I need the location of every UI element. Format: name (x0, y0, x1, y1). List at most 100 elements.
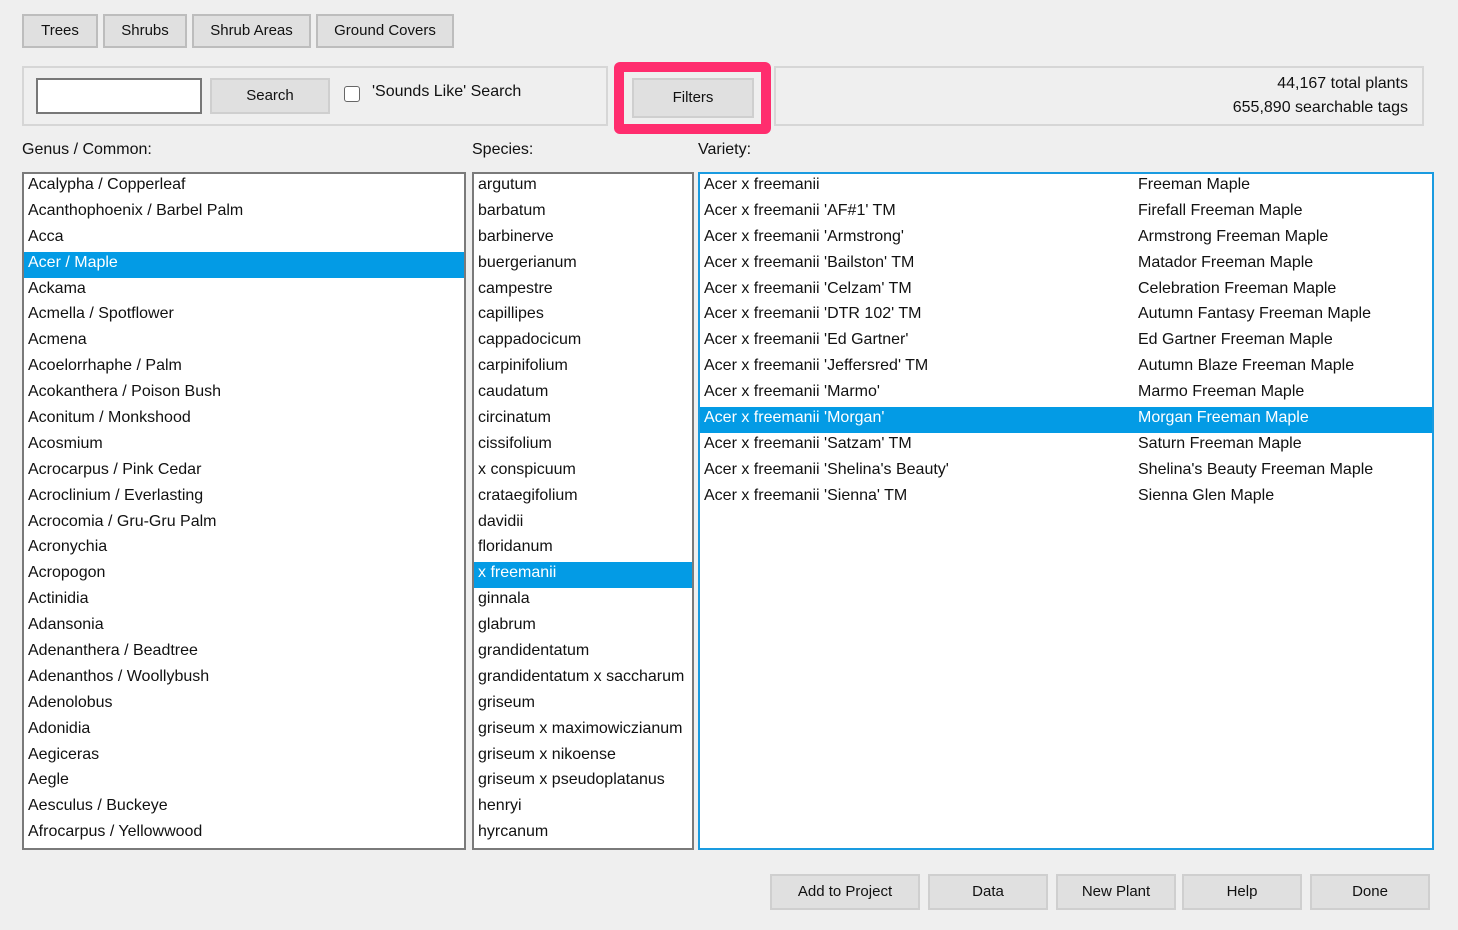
genus-list-item[interactable]: Afrocarpus / Yellowwood (24, 821, 464, 847)
sounds-like-checkbox[interactable] (344, 86, 360, 102)
add-to-project-button[interactable]: Add to Project (770, 874, 920, 910)
genus-list-item[interactable]: Adansonia (24, 614, 464, 640)
species-list-item[interactable]: griseum (474, 692, 692, 718)
variety-list-item[interactable]: Acer x freemanii 'DTR 102' TM Autumn Fant… (700, 303, 1432, 329)
help-button[interactable]: Help (1182, 874, 1302, 910)
data-button[interactable]: Data (928, 874, 1048, 910)
variety-botanical-name: Acer x freemanii 'AF#1' TM (704, 201, 896, 219)
variety-common-name: Matador Freeman Maple (1138, 253, 1314, 271)
genus-list-item[interactable]: Adonidia (24, 718, 464, 744)
total-plants: 44,167 total plants (1277, 75, 1408, 92)
variety-common-name: Shelina's Beauty Freeman Maple (1138, 460, 1374, 478)
genus-list-item[interactable]: Acmella / Spotflower (24, 303, 464, 329)
genus-list[interactable]: Acalypha / Copperleaf Acanthophoenix / Ba… (22, 172, 466, 850)
species-list-item[interactable]: crataegifolium (474, 485, 692, 511)
filters-button[interactable]: Filters (632, 78, 754, 118)
variety-common-name: Armstrong Freeman Maple (1138, 227, 1329, 245)
species-list-item[interactable]: glabrum (474, 614, 692, 640)
species-list-item[interactable]: davidii (474, 511, 692, 537)
variety-list-item[interactable]: Acer x freemanii 'Sienna' TM Sienna Glen … (700, 485, 1432, 511)
genus-list-item[interactable]: Adenolobus (24, 692, 464, 718)
variety-common-name: Freeman Maple (1138, 176, 1251, 193)
variety-list-item[interactable]: Acer x freemanii 'Marmo' Marmo Freeman Ma… (700, 381, 1432, 407)
done-button[interactable]: Done (1310, 874, 1430, 910)
variety-label: Variety: (698, 141, 752, 158)
species-list-item[interactable]: cissifolium (474, 433, 692, 459)
genus-list-item[interactable]: Ackama (24, 278, 464, 304)
species-list[interactable]: argutum barbatum barbinerve buergerianum cam… (472, 172, 694, 850)
genus-label: Genus / Common: (22, 141, 152, 158)
genus-list-item[interactable]: Acer / Maple (24, 251, 464, 278)
variety-botanical-name: Acer x freemanii 'Ed Gartner' (704, 331, 909, 349)
genus-list-item[interactable]: Afzelia / Mahogany (24, 847, 464, 848)
species-list-item[interactable]: floridanum (474, 536, 692, 562)
genus-list-item[interactable]: Aesculus / Buckeye (24, 795, 464, 821)
species-list-item[interactable]: x conspicuum (474, 459, 692, 485)
genus-list-item[interactable]: Acrocarpus / Pink Cedar (24, 459, 464, 485)
tab-ground-covers[interactable]: Ground Covers (316, 14, 454, 48)
genus-list-item[interactable]: Acroclinium / Everlasting (24, 485, 464, 511)
species-list-item[interactable]: argutum (474, 174, 692, 200)
search-button[interactable]: Search (210, 78, 330, 114)
genus-list-item[interactable]: Acokanthera / Poison Bush (24, 381, 464, 407)
tab-shrubs[interactable]: Shrubs (103, 14, 187, 48)
variety-list-item[interactable]: Acer x freemanii 'Ed Gartner' Ed Gartner … (700, 329, 1432, 355)
species-list-item[interactable]: capillipes (474, 303, 692, 329)
variety-botanical-name: Acer x freemanii 'Bailston' TM (704, 253, 915, 271)
variety-list-item[interactable]: Acer x freemanii 'Satzam' TM Saturn Freem… (700, 433, 1432, 459)
variety-list-item[interactable]: Acer x freemanii Freeman Maple (700, 174, 1432, 200)
species-list-item[interactable]: barbatum (474, 200, 692, 226)
variety-common-name: Autumn Fantasy Freeman Maple (1138, 305, 1371, 323)
variety-list[interactable]: Acer x freemanii Freeman Maple Acer x free… (698, 172, 1434, 850)
genus-list-item[interactable]: Acoelorrhaphe / Palm (24, 355, 464, 381)
species-list-item[interactable]: barbinerve (474, 226, 692, 252)
genus-list-item[interactable]: Acrocomia / Gru-Gru Palm (24, 511, 464, 537)
genus-list-item[interactable]: Actinidia (24, 588, 464, 614)
species-list-item[interactable]: griseum x nikoense (474, 744, 692, 770)
genus-list-item[interactable]: Acropogon (24, 562, 464, 588)
genus-list-item[interactable]: Acronychia (24, 536, 464, 562)
species-list-item[interactable]: caudatum (474, 381, 692, 407)
species-list-item[interactable]: hyrcanum (474, 821, 692, 847)
genus-list-item[interactable]: Acosmium (24, 433, 464, 459)
variety-list-item[interactable]: Acer x freemanii 'Jeffersred' TM Autumn B… (700, 355, 1432, 381)
species-list-item[interactable]: henryi (474, 795, 692, 821)
species-list-item[interactable]: x freemanii (474, 562, 692, 589)
genus-list-item[interactable]: Aegiceras (24, 744, 464, 770)
species-list-item[interactable]: ginnala (474, 588, 692, 614)
genus-list-item[interactable]: Adenanthos / Woollybush (24, 666, 464, 692)
variety-common-name: Marmo Freeman Maple (1138, 383, 1305, 401)
species-list-item[interactable]: cappadocicum (474, 329, 692, 355)
species-list-item[interactable]: griseum x maximowiczianum (474, 718, 692, 744)
species-list-item[interactable]: buergerianum (474, 252, 692, 278)
tab-shrub-areas[interactable]: Shrub Areas (192, 14, 311, 48)
search-input[interactable] (36, 78, 202, 114)
species-list-item[interactable]: circinatum (474, 407, 692, 433)
genus-list-item[interactable]: Adenanthera / Beadtree (24, 640, 464, 666)
variety-list-item[interactable]: Acer x freemanii 'Bailston' TM Matador Fr… (700, 252, 1432, 278)
species-list-item[interactable]: japonicum (474, 847, 692, 848)
species-list-item[interactable]: carpinifolium (474, 355, 692, 381)
variety-common-name: Celebration Freeman Maple (1138, 279, 1337, 297)
variety-list-item[interactable]: Acer x freemanii 'Celzam' TM Celebration … (700, 278, 1432, 304)
variety-common-name: Firefall Freeman Maple (1138, 201, 1303, 219)
genus-list-item[interactable]: Aconitum / Monkshood (24, 407, 464, 433)
species-list-item[interactable]: campestre (474, 278, 692, 304)
variety-common-name: Morgan Freeman Maple (1138, 409, 1309, 427)
variety-list-item[interactable]: Acer x freemanii 'Morgan' Morgan Freeman … (700, 407, 1432, 433)
variety-list-item[interactable]: Acer x freemanii 'AF#1' TM Firefall Freem… (700, 200, 1432, 226)
species-list-item[interactable]: grandidentatum (474, 640, 692, 666)
genus-list-item[interactable]: Aegle (24, 769, 464, 795)
searchable-tags: 655,890 searchable tags (1232, 99, 1408, 116)
variety-list-item[interactable]: Acer x freemanii 'Armstrong' Armstrong Fr… (700, 226, 1432, 252)
genus-list-item[interactable]: Acanthophoenix / Barbel Palm (24, 200, 464, 226)
variety-list-item[interactable]: Acer x freemanii 'Shelina's Beauty' Sheli… (700, 459, 1432, 485)
species-list-item[interactable]: grandidentatum x saccharum (474, 666, 692, 692)
species-list-item[interactable]: griseum x pseudoplatanus (474, 769, 692, 795)
new-plant-button[interactable]: New Plant (1056, 874, 1176, 910)
variety-botanical-name: Acer x freemanii 'DTR 102' TM (704, 305, 922, 323)
genus-list-item[interactable]: Acca (24, 226, 464, 252)
genus-list-item[interactable]: Acalypha / Copperleaf (24, 174, 464, 200)
tab-trees[interactable]: Trees (22, 14, 98, 48)
genus-list-item[interactable]: Acmena (24, 329, 464, 355)
